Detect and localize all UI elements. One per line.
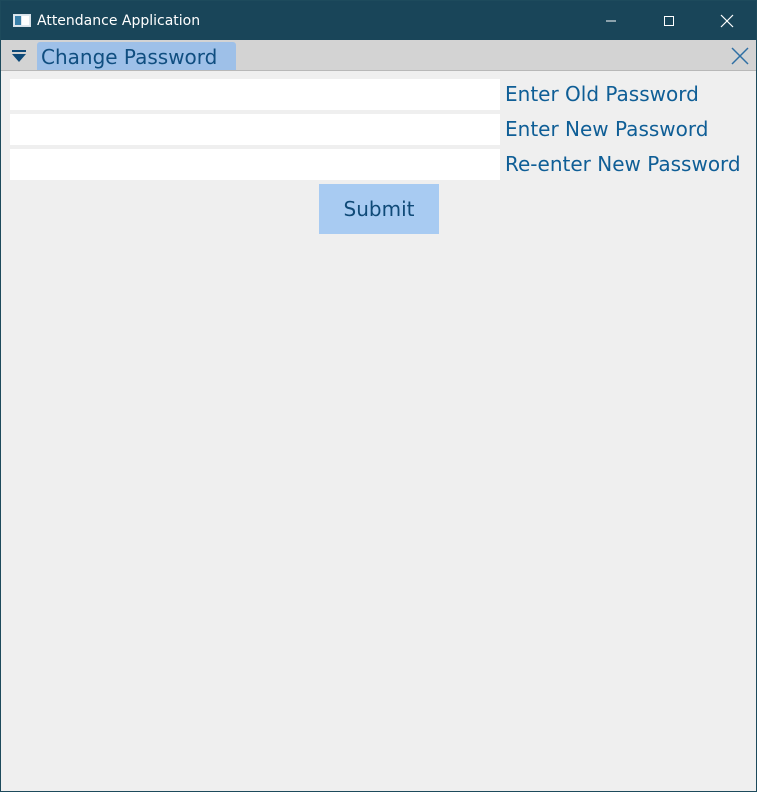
close-icon bbox=[731, 47, 749, 65]
close-window-button[interactable] bbox=[698, 1, 756, 40]
maximize-button[interactable] bbox=[640, 1, 698, 40]
old-password-label: Enter Old Password bbox=[505, 82, 699, 106]
minimize-icon bbox=[606, 20, 616, 21]
submit-button[interactable]: Submit bbox=[319, 184, 439, 234]
tab-change-password[interactable]: Change Password bbox=[37, 42, 236, 70]
new-password-input[interactable] bbox=[10, 114, 500, 145]
old-password-row: Enter Old Password bbox=[10, 79, 750, 110]
close-icon bbox=[720, 14, 734, 27]
confirm-password-row: Re-enter New Password bbox=[10, 149, 750, 180]
app-window-icon bbox=[13, 14, 31, 27]
triangle-down-icon bbox=[12, 50, 26, 62]
new-password-label: Enter New Password bbox=[505, 117, 709, 141]
title-bar[interactable]: Attendance Application bbox=[1, 1, 756, 40]
close-tab-button[interactable] bbox=[729, 45, 751, 67]
window-title: Attendance Application bbox=[37, 13, 201, 29]
document-tab-bar: Change Password bbox=[1, 40, 756, 71]
tab-label: Change Password bbox=[41, 45, 218, 69]
change-password-form: Enter Old Password Enter New Password Re… bbox=[1, 72, 756, 791]
app-window: Attendance Application Change Password E… bbox=[0, 0, 757, 792]
new-password-row: Enter New Password bbox=[10, 114, 750, 145]
minimize-button[interactable] bbox=[582, 1, 640, 40]
tab-list-dropdown[interactable] bbox=[9, 47, 29, 65]
confirm-password-label: Re-enter New Password bbox=[505, 152, 741, 176]
confirm-password-input[interactable] bbox=[10, 149, 500, 180]
maximize-icon bbox=[664, 15, 674, 26]
old-password-input[interactable] bbox=[10, 79, 500, 110]
